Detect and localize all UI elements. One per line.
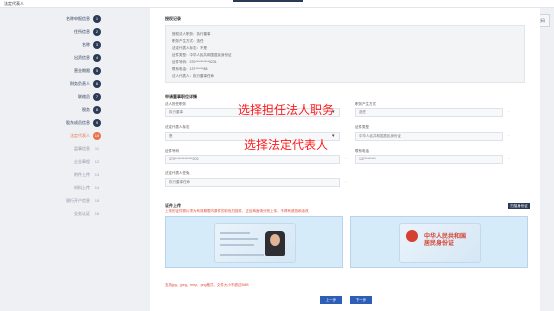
record-row: 法定代表人标志：不是 [172, 46, 207, 50]
id-number-label: 证件号码 [165, 149, 179, 153]
record-section-title: 授权记录 [165, 16, 181, 21]
record-row: 证件类型：中华人民共和国居民身份证 [172, 53, 232, 57]
id-number-input[interactable]: 370*************203 [165, 155, 340, 164]
prev-button[interactable]: 上一步 [320, 296, 342, 304]
top-bar: 法定代表人 [0, 0, 554, 8]
origin-label: 职务产生方式 [355, 102, 376, 106]
scan-id-button[interactable]: 扫描身份证 [508, 203, 530, 209]
record-row: 证件号码：370**********0231 [172, 60, 217, 64]
legal-person-label: 法定代表人任免 [165, 171, 190, 175]
main-panel: 授权记录 授权法人职务：执行董事 职务产生方式：选任 法定代表人标志：不是 证件… [150, 8, 540, 311]
position-label: 法人担任职务 [165, 102, 186, 106]
step-2[interactable]: 住所信息 2 [55, 27, 105, 37]
step-11[interactable]: 监事信息 11 [55, 144, 105, 154]
id-type-label: 证件类型 [355, 125, 369, 129]
step-sidebar: 名称申报信息 1 住所信息 2 名称 3 出资信息 4 营业期限 5 财务负责人 6 联络员… [55, 10, 105, 310]
origin-select[interactable]: 选任 [355, 108, 503, 117]
step-13[interactable]: 附件上传 13 [55, 170, 105, 180]
step-15[interactable]: 银行开户信息 15 [55, 196, 105, 206]
record-row: 授权法人职务：执行董事 [172, 32, 211, 36]
step-1[interactable]: 名称申报信息 1 [55, 14, 105, 24]
annotation-select-legal-rep: 选择法定代表人 [244, 138, 329, 152]
field-dash: - [345, 155, 347, 160]
step-9[interactable]: 股东成员信息 9 [55, 118, 105, 128]
detail-section-title: 申请董事职位详情 [165, 94, 197, 99]
phone-label: 联系电话 [355, 149, 369, 153]
active-tab-indicator [233, 0, 303, 2]
step-4[interactable]: 出资信息 4 [55, 53, 105, 63]
record-row: 联系电话：137******88 [172, 67, 208, 71]
upload-note: 上传的证件照片须为有效期限内原件的彩色扫描件，正反两面请分别上传，不得有遮挡和涂… [165, 209, 309, 213]
step-16[interactable]: 业务认证 16 [55, 209, 105, 219]
phone-input[interactable]: 137******** [355, 155, 503, 164]
window-title: 法定代表人 [4, 1, 24, 6]
field-dash: - [345, 178, 347, 183]
field-dash: - [508, 108, 510, 113]
id-card-emblem-upload[interactable]: 中华人民共和国 居民身份证 [350, 216, 528, 268]
record-row: 法人代表人：执行董事任命 [172, 74, 214, 78]
step-8[interactable]: 税务 8 [55, 105, 105, 115]
portrait-face [270, 234, 280, 246]
next-button[interactable]: 下一步 [350, 296, 372, 304]
step-12[interactable]: 企业章程 12 [55, 157, 105, 167]
legal-person-input[interactable]: 执行董事任命 [165, 178, 340, 187]
field-dash: - [508, 132, 510, 137]
legal-flag-label: 法定代表人标志 [165, 125, 190, 129]
id-card-portrait-image [214, 223, 296, 263]
step-10[interactable]: 法定代表人 10 [55, 131, 105, 141]
chevron-down-icon: ▾ [332, 133, 335, 139]
field-dash: - [508, 155, 510, 160]
step-5[interactable]: 营业期限 5 [55, 66, 105, 76]
id-card-emblem-image: 中华人民共和国 居民身份证 [399, 223, 481, 263]
national-emblem-icon [406, 230, 418, 242]
upload-format-note: 支持jpg、jpeg、bmp、png格式，文件大小不超过5MB [165, 283, 249, 287]
record-info-box: 授权法人职务：执行董事 职务产生方式：选任 法定代表人标志：不是 证件类型：中华… [165, 25, 525, 83]
id-type-select[interactable]: 中华人民共和国居民身份证 [355, 132, 503, 141]
record-row: 职务产生方式：选任 [172, 39, 204, 43]
annotation-select-position: 选择担任法人职务 [238, 103, 335, 117]
step-7[interactable]: 联络员 7 [55, 92, 105, 102]
id-card-portrait-upload[interactable] [165, 216, 343, 268]
step-14[interactable]: 材料上传 14 [55, 183, 105, 193]
step-6[interactable]: 财务负责人 6 [55, 79, 105, 89]
id-card-subtitle: 居民身份证 [424, 241, 455, 247]
step-3[interactable]: 名称 3 [55, 40, 105, 50]
